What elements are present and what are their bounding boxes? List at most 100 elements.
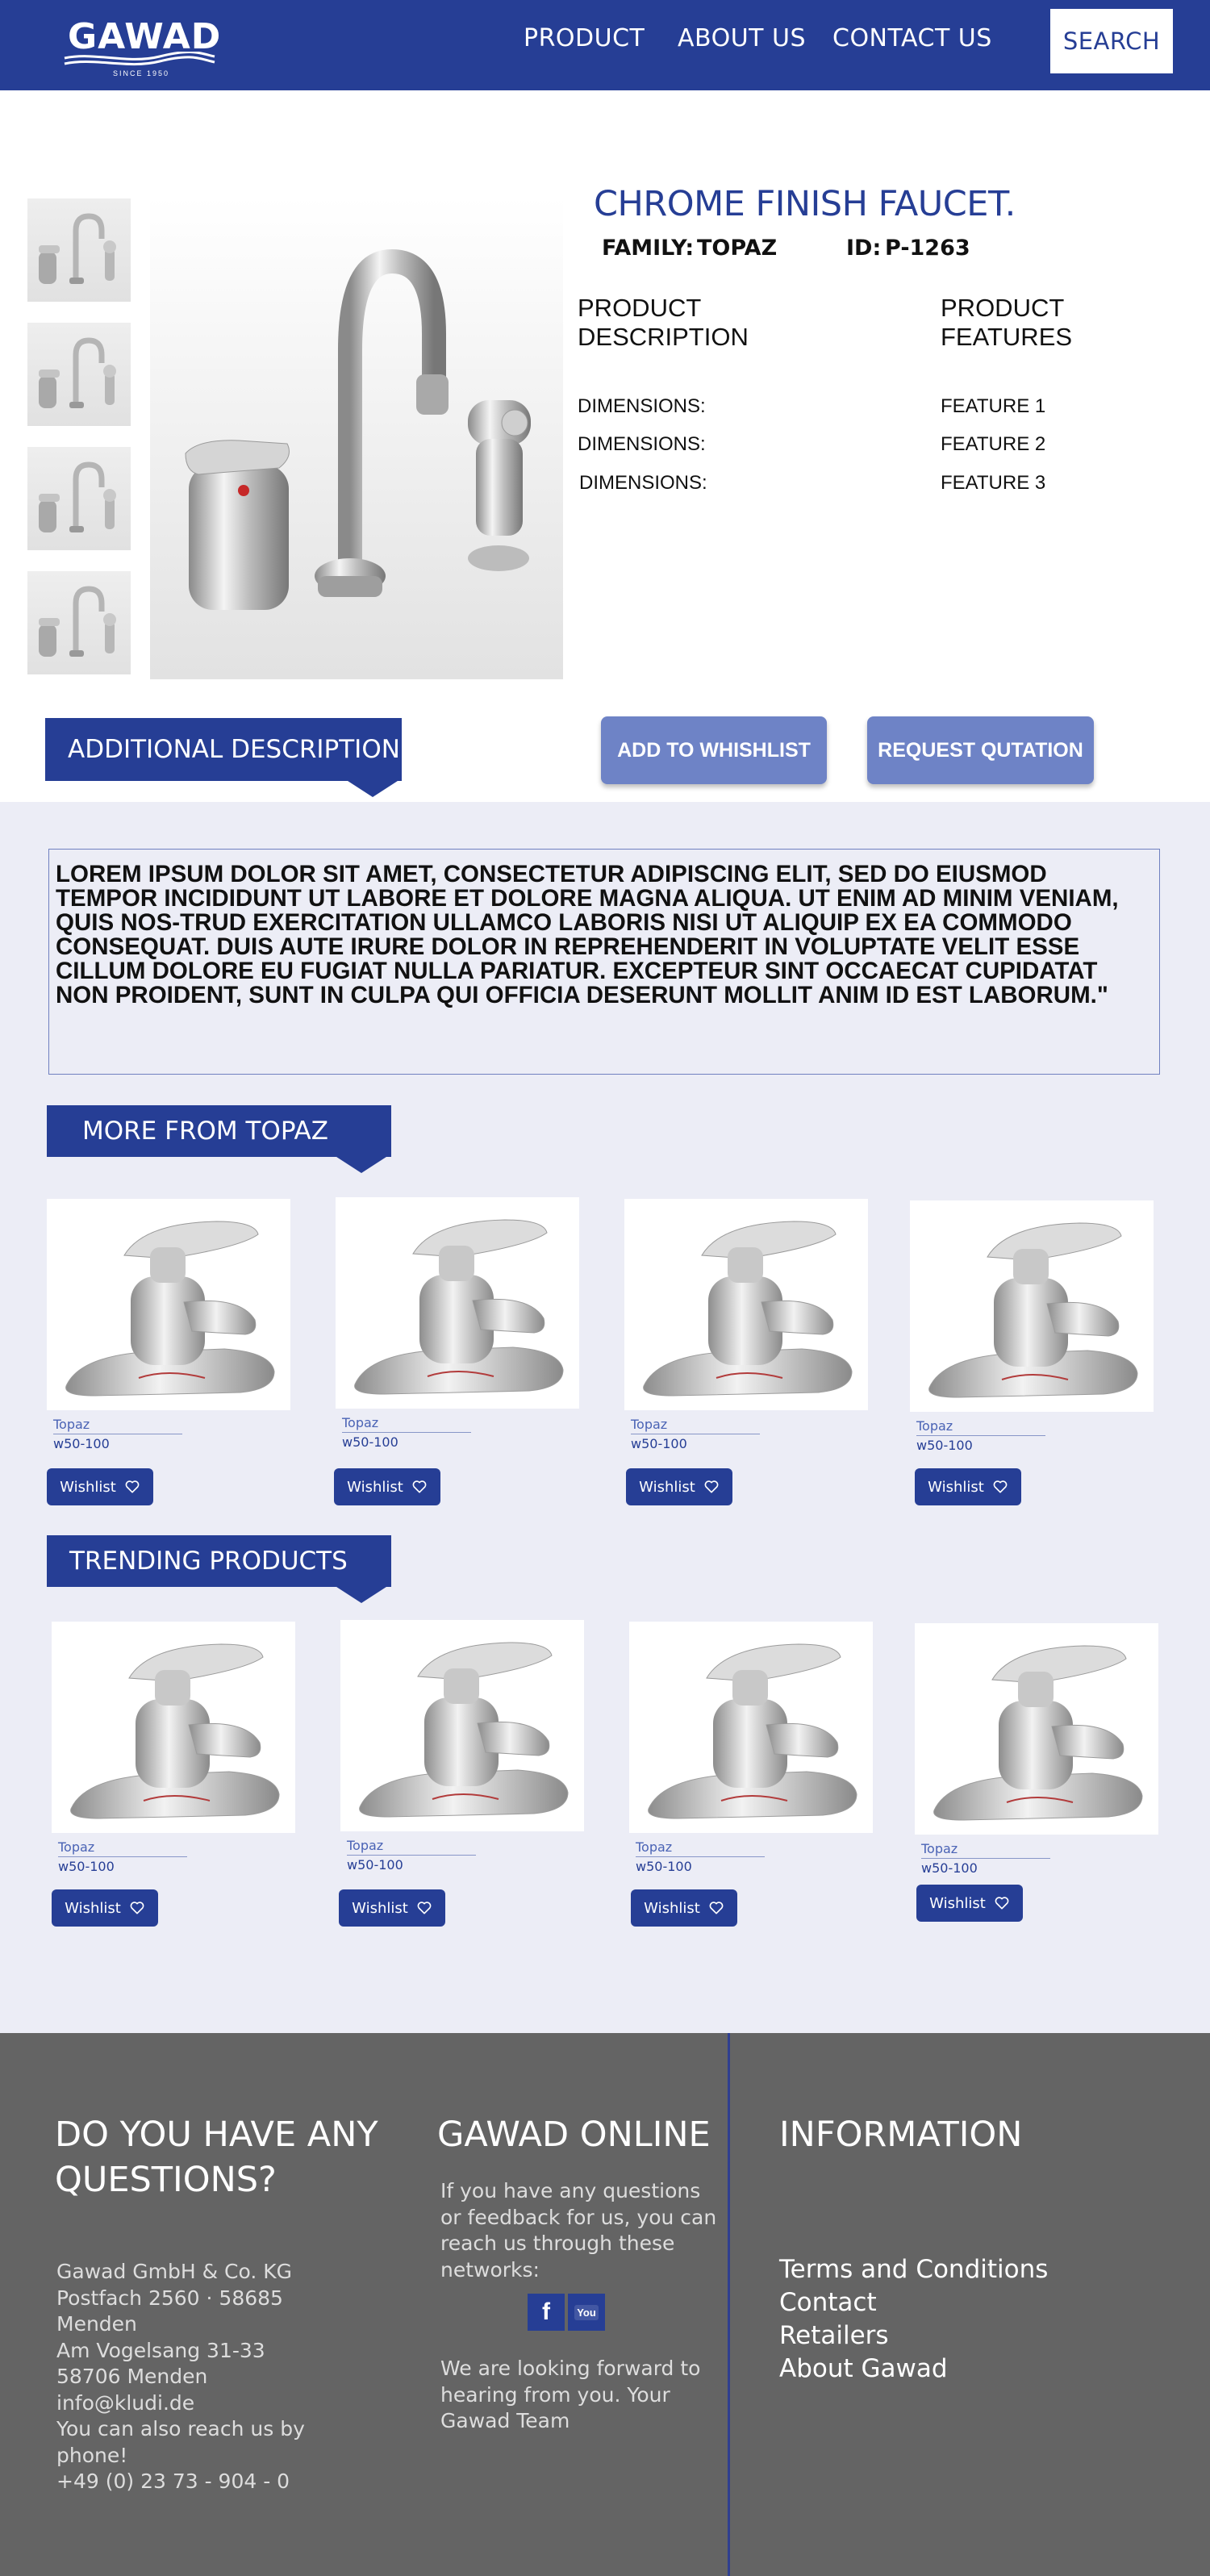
- gawad-logo[interactable]: GAWAD SINCE 1950: [63, 15, 220, 79]
- single-handle-faucet-icon: [928, 1222, 1138, 1398]
- product-card-code: w50-100: [58, 1859, 115, 1874]
- wishlist-button[interactable]: Wishlist: [915, 1468, 1021, 1505]
- description-box: LOREM IPSUM DOLOR SIT AMET, CONSECTETUR …: [48, 849, 1160, 1075]
- product-thumbnail-1[interactable]: [27, 198, 131, 302]
- link-retailers[interactable]: Retailers: [779, 2321, 889, 2350]
- wishlist-label: Wishlist: [347, 1478, 403, 1496]
- nav-about-us[interactable]: ABOUT US: [678, 24, 806, 52]
- product-card-image[interactable]: [336, 1197, 579, 1409]
- product-card-image[interactable]: [340, 1620, 584, 1831]
- link-terms-and-conditions[interactable]: Terms and Conditions: [779, 2255, 1048, 2284]
- dimension-row-1: DIMENSIONS:: [578, 395, 706, 417]
- email-link[interactable]: info@kludi.de: [56, 2390, 363, 2417]
- footer-address: Gawad GmbH & Co. KG Postfach 2560 · 5868…: [56, 2259, 363, 2495]
- single-handle-faucet-icon: [65, 1221, 275, 1397]
- product-card-code: w50-100: [342, 1434, 398, 1450]
- wishlist-button[interactable]: Wishlist: [339, 1889, 445, 1927]
- wishlist-label: Wishlist: [644, 1899, 700, 1917]
- link-about-gawad[interactable]: About Gawad: [779, 2354, 948, 2383]
- heart-icon: [417, 1902, 432, 1914]
- dimension-row-3: DIMENSIONS:: [579, 472, 707, 494]
- product-card-image[interactable]: [910, 1200, 1154, 1412]
- top-nav-bar: GAWAD SINCE 1950 PRODUCT ABOUT US CONTAC…: [0, 0, 1210, 90]
- heart-icon: [995, 1897, 1009, 1910]
- product-card-family: Topaz: [347, 1838, 476, 1856]
- footer-divider: [728, 2033, 730, 2576]
- product-card-code: w50-100: [916, 1438, 973, 1453]
- wishlist-button[interactable]: Wishlist: [47, 1468, 153, 1505]
- youtube-icon[interactable]: You: [568, 2294, 605, 2331]
- wishlist-button[interactable]: Wishlist: [916, 1885, 1023, 1922]
- product-card-image[interactable]: [629, 1622, 873, 1833]
- company-name: Gawad GmbH & Co. KG: [56, 2260, 293, 2283]
- more-from-topaz-label: MORE FROM TOPAZ: [82, 1117, 328, 1146]
- add-to-wishlist-button[interactable]: ADD TO WHISHLIST: [601, 716, 827, 784]
- dimension-row-2: DIMENSIONS:: [578, 433, 706, 455]
- heart-icon: [993, 1480, 1008, 1493]
- product-features-heading: PRODUCT FEATURES: [941, 294, 1073, 351]
- single-handle-faucet-icon: [359, 1642, 569, 1818]
- footer-questions-heading: DO YOU HAVE ANY QUESTIONS?: [55, 2115, 378, 2200]
- heart-icon: [130, 1902, 144, 1914]
- heart-icon: [709, 1902, 724, 1914]
- phone-note: You can also reach us by phone!: [56, 2417, 305, 2467]
- description-text: LOREM IPSUM DOLOR SIT AMET, CONSECTETUR …: [56, 861, 1119, 1008]
- single-handle-faucet-icon: [643, 1221, 853, 1397]
- product-card-image[interactable]: [47, 1199, 290, 1410]
- facebook-icon[interactable]: f: [528, 2294, 565, 2331]
- facebook-glyph: f: [542, 2298, 550, 2325]
- footer-closing-text: We are looking forward to hearing from y…: [440, 2357, 701, 2432]
- product-card-image[interactable]: [624, 1199, 868, 1410]
- heart-icon: [412, 1480, 427, 1493]
- additional-description-label: ADDITIONAL DESCRIPTION: [68, 735, 400, 764]
- street-address: Am Vogelsang 31-33: [56, 2338, 265, 2362]
- phone-number[interactable]: +49 (0) 23 73 - 904 - 0: [56, 2469, 363, 2495]
- heart-icon: [125, 1480, 140, 1493]
- product-thumbnail-3[interactable]: [27, 447, 131, 550]
- wishlist-label: Wishlist: [60, 1478, 116, 1496]
- wishlist-button[interactable]: Wishlist: [334, 1468, 440, 1505]
- wishlist-button[interactable]: Wishlist: [52, 1889, 158, 1927]
- single-handle-faucet-icon: [933, 1645, 1143, 1821]
- youtube-glyph: You: [574, 2304, 599, 2320]
- product-card-code: w50-100: [631, 1436, 687, 1451]
- product-card-family: Topaz: [916, 1418, 1045, 1436]
- product-card-family: Topaz: [636, 1839, 765, 1857]
- product-card-code: w50-100: [921, 1860, 978, 1876]
- product-description-heading: PRODUCT DESCRIPTION: [578, 294, 749, 351]
- tab-pointer: [345, 779, 400, 797]
- product-thumbnail-4[interactable]: [27, 571, 131, 674]
- product-card-family: Topaz: [921, 1841, 1050, 1859]
- single-handle-faucet-icon: [354, 1219, 564, 1395]
- family-value: TOPAZ: [697, 236, 778, 261]
- product-title: CHROME FINISH FAUCET.: [594, 184, 1016, 224]
- id-value: P-1263: [885, 236, 970, 261]
- product-card-family: Topaz: [631, 1417, 760, 1434]
- wishlist-label: Wishlist: [65, 1899, 121, 1917]
- request-quotation-button[interactable]: REQUEST QUTATION: [867, 716, 1094, 784]
- product-card-image[interactable]: [52, 1622, 295, 1833]
- product-card-family: Topaz: [53, 1417, 182, 1434]
- trending-products-heading: TRENDING PRODUCTS: [47, 1535, 391, 1587]
- product-card-image[interactable]: [915, 1623, 1158, 1835]
- faucet-set-icon: [39, 337, 116, 408]
- logo-since: SINCE 1950: [113, 69, 170, 77]
- wishlist-button[interactable]: Wishlist: [631, 1889, 737, 1927]
- feature-row-3: FEATURE 3: [941, 472, 1046, 494]
- trending-products-label: TRENDING PRODUCTS: [69, 1547, 348, 1576]
- wishlist-label: Wishlist: [929, 1894, 986, 1912]
- id-label: ID:: [846, 236, 882, 261]
- nav-product[interactable]: PRODUCT: [524, 24, 645, 52]
- footer-information-heading: INFORMATION: [779, 2115, 1023, 2155]
- wishlist-button[interactable]: Wishlist: [626, 1468, 732, 1505]
- wave-icon: [64, 52, 215, 66]
- wishlist-label: Wishlist: [352, 1899, 408, 1917]
- link-contact[interactable]: Contact: [779, 2288, 877, 2317]
- additional-description-tab[interactable]: ADDITIONAL DESCRIPTION: [45, 718, 402, 781]
- product-main-image: [150, 197, 563, 679]
- nav-contact-us[interactable]: CONTACT US: [832, 24, 992, 52]
- search-button[interactable]: SEARCH: [1050, 9, 1173, 73]
- feature-row-1: FEATURE 1: [941, 395, 1046, 417]
- family-label: FAMILY:: [602, 236, 695, 261]
- product-thumbnail-2[interactable]: [27, 323, 131, 426]
